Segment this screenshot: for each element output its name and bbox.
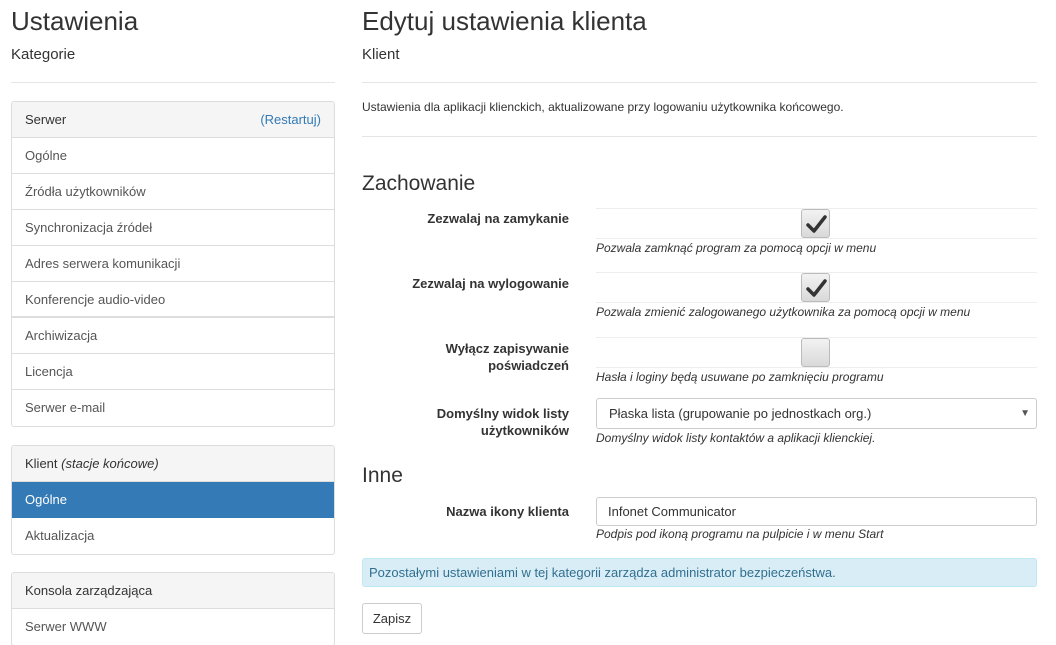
- checkbox-row: [596, 208, 1037, 239]
- server-group-header: Serwer (Restartuj): [12, 102, 334, 138]
- default-list-view-field: Płaska lista (grupowanie po jednostkach …: [596, 398, 1037, 445]
- allow-close-label: Zezwalaj na zamykanie: [427, 211, 569, 226]
- allow-close-help: Pozwala zamknąć program za pomocą opcji …: [596, 241, 877, 255]
- section-title-behavior: Zachowanie: [362, 172, 476, 195]
- checkmark-icon: [806, 215, 827, 233]
- sidebar-item-source-sync[interactable]: Synchronizacja źródeł: [12, 210, 334, 246]
- client-group-subtitle: (stacje końcowe): [61, 456, 159, 471]
- info-alert: Pozostałymi ustawieniami w tej kategorii…: [362, 558, 1037, 587]
- sidebar-item-client-general[interactable]: Ogólne: [12, 482, 334, 518]
- default-list-view-label: Domyślny widok listy użytkowników: [362, 405, 569, 439]
- console-category-group: Konsola zarządzająca Serwer WWW: [11, 572, 335, 645]
- server-group-title: Serwer: [25, 112, 67, 127]
- client-group-title: Klient: [25, 456, 58, 471]
- allow-logout-checkbox[interactable]: [801, 273, 830, 302]
- default-list-view-select[interactable]: Płaska lista (grupowanie po jednostkach …: [596, 398, 1037, 429]
- sidebar-item-conferences[interactable]: Konferencje audio-video: [12, 282, 334, 318]
- client-icon-name-input[interactable]: Infonet Communicator: [596, 497, 1037, 526]
- client-icon-name-field: Infonet Communicator Podpis pod ikoną pr…: [596, 497, 1037, 541]
- page: Ustawienia Kategorie Serwer (Restartuj) …: [0, 0, 1056, 645]
- allow-logout-field: Pozwala zmienić zalogowanego użytkownika…: [596, 272, 1037, 319]
- checkbox-row: [596, 272, 1037, 303]
- sidebar-item-server-address[interactable]: Adres serwera komunikacji: [12, 246, 334, 282]
- divider: [362, 136, 1037, 137]
- allow-logout-help: Pozwala zmienić zalogowanego użytkownika…: [596, 305, 971, 319]
- allow-logout-label: Zezwalaj na wylogowanie: [412, 276, 569, 291]
- allow-close-field: Pozwala zamknąć program za pomocą opcji …: [596, 208, 1037, 255]
- client-group-title-wrap: Klient (stacje końcowe): [25, 446, 159, 481]
- client-group-header: Klient (stacje końcowe): [12, 446, 334, 482]
- allow-close-checkbox[interactable]: [801, 209, 830, 238]
- disable-credentials-help: Hasła i loginy będą usuwane po zamknięci…: [596, 370, 884, 384]
- divider: [362, 82, 1037, 83]
- sidebar-item-user-sources[interactable]: Źródła użytkowników: [12, 174, 334, 210]
- sidebar-item-archiving[interactable]: Archiwizacja: [12, 318, 334, 354]
- section-title-other: Inne: [362, 464, 403, 487]
- client-icon-name-help: Podpis pod ikoną programu na pulpicie i …: [596, 527, 884, 541]
- label-line-2: użytkowników: [480, 423, 569, 438]
- caret-down-icon: ▼: [1020, 408, 1030, 419]
- divider: [11, 82, 335, 83]
- select-value: Płaska lista (grupowanie po jednostkach …: [609, 406, 872, 421]
- sidebar-item-license[interactable]: Licencja: [12, 354, 334, 390]
- disable-credentials-label: Wyłącz zapisywanie poświadczeń: [445, 341, 569, 373]
- sidebar-item-updates[interactable]: Aktualizacja: [12, 518, 334, 554]
- checkmark-icon: [806, 279, 827, 297]
- sidebar-title: Ustawienia: [11, 6, 139, 36]
- sidebar-item-email-server[interactable]: Serwer e-mail: [12, 390, 334, 426]
- page-description: Ustawienia dla aplikacji klienckich, akt…: [362, 100, 844, 114]
- restart-link[interactable]: (Restartuj): [260, 102, 321, 137]
- page-title: Edytuj ustawienia klienta: [362, 6, 647, 36]
- sidebar-item-www-server[interactable]: Serwer WWW: [12, 609, 334, 645]
- disable-credentials-checkbox[interactable]: [801, 338, 830, 367]
- console-group-header: Konsola zarządzająca: [12, 573, 334, 609]
- server-category-group: Serwer (Restartuj) Ogólne Źródła użytkow…: [11, 101, 335, 427]
- default-list-view-help: Domyślny widok listy kontaktów a aplikac…: [596, 431, 876, 445]
- checkbox-row: [596, 337, 1037, 368]
- client-icon-name-label: Nazwa ikony klienta: [446, 504, 569, 519]
- sidebar-subtitle: Kategorie: [11, 46, 76, 63]
- save-button[interactable]: Zapisz: [362, 603, 422, 634]
- sidebar-item-server-general[interactable]: Ogólne: [12, 138, 334, 174]
- label-line-1: Domyślny widok listy: [436, 406, 569, 421]
- disable-credentials-field: Hasła i loginy będą usuwane po zamknięci…: [596, 337, 1037, 384]
- console-group-title: Konsola zarządzająca: [25, 583, 153, 598]
- page-subtitle: Klient: [362, 46, 400, 63]
- client-category-group: Klient (stacje końcowe) Ogólne Aktualiza…: [11, 445, 335, 555]
